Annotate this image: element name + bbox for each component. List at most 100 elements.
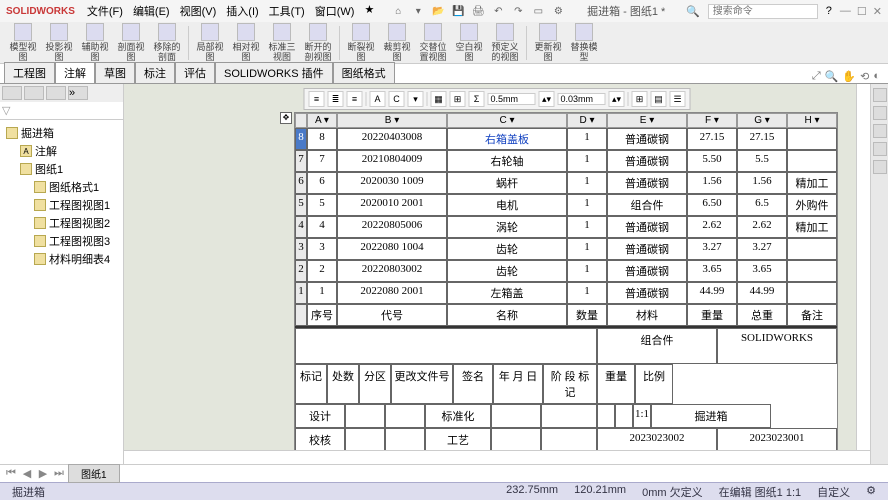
ribbon-14[interactable]: 更新视图: [531, 23, 565, 62]
col-header-B[interactable]: B ▾: [337, 113, 447, 128]
cell[interactable]: 齿轮: [447, 238, 567, 260]
cell[interactable]: 4: [307, 216, 337, 238]
display-icon[interactable]: ◐: [873, 70, 880, 83]
table-row[interactable]: 2220220803002齿轮1普通碳钢3.653.65: [295, 260, 837, 282]
stepper-icon[interactable]: ▴▾: [539, 91, 555, 107]
ribbon-11[interactable]: 交替位置视图: [416, 23, 450, 62]
cell[interactable]: [787, 238, 837, 260]
stepper2-icon[interactable]: ▴▾: [609, 91, 625, 107]
tab-evaluate[interactable]: 评估: [175, 62, 215, 83]
menu-insert[interactable]: 插入(I): [222, 1, 262, 21]
table-move-handle[interactable]: ✥: [280, 112, 292, 124]
cell[interactable]: 普通碳钢: [607, 282, 687, 304]
table-row[interactable]: 662020030 1009蜗杆1普通碳钢1.561.56精加工: [295, 172, 837, 194]
tab-sheetformat[interactable]: 图纸格式: [333, 62, 395, 83]
cell[interactable]: 普通碳钢: [607, 216, 687, 238]
zoom-fit-icon[interactable]: ⤢: [812, 70, 821, 83]
tab-sketch[interactable]: 草图: [95, 62, 135, 83]
cell[interactable]: 外购件: [787, 194, 837, 216]
cell[interactable]: 普通碳钢: [607, 150, 687, 172]
cell[interactable]: 2.62: [737, 216, 787, 238]
gear-icon[interactable]: ⚙: [550, 3, 566, 19]
tree-child-2[interactable]: 工程图视图2: [2, 214, 121, 232]
tree-child-3[interactable]: 工程图视图3: [2, 232, 121, 250]
cell[interactable]: 3: [295, 238, 307, 260]
cell[interactable]: 2022080 1004: [337, 238, 447, 260]
sheet-prev-icon[interactable]: ◀: [20, 467, 34, 480]
col-header-D[interactable]: D ▾: [567, 113, 607, 128]
ribbon-9[interactable]: 断裂视图: [344, 23, 378, 62]
table-row[interactable]: 7720210804009右轮轴1普通碳钢5.505.5: [295, 150, 837, 172]
filter-icon[interactable]: ▽: [0, 102, 123, 120]
cell[interactable]: 3.27: [687, 238, 737, 260]
col-header-A[interactable]: A ▾: [307, 113, 337, 128]
cell[interactable]: [787, 282, 837, 304]
thickness-input-1[interactable]: [488, 93, 536, 105]
sheet-last-icon[interactable]: ⏭: [52, 467, 66, 480]
cell[interactable]: 右轮轴: [447, 150, 567, 172]
cell[interactable]: 20210804009: [337, 150, 447, 172]
zoom-area-icon[interactable]: 🔍: [825, 70, 839, 83]
cell[interactable]: 1: [295, 282, 307, 304]
bold-icon[interactable]: A: [370, 91, 386, 107]
menu-file[interactable]: 文件(F): [83, 1, 127, 21]
cell[interactable]: 普通碳钢: [607, 238, 687, 260]
align-left-icon[interactable]: ≡: [309, 91, 325, 107]
menu-edit[interactable]: 编辑(E): [129, 1, 174, 21]
menu-tools[interactable]: 工具(T): [265, 1, 309, 21]
cell[interactable]: 1: [567, 172, 607, 194]
cell[interactable]: 2: [307, 260, 337, 282]
cell[interactable]: 普通碳钢: [607, 260, 687, 282]
col-header-[interactable]: [295, 113, 307, 128]
ribbon-8[interactable]: 断开的剖视图: [301, 23, 335, 62]
close-icon[interactable]: ✕: [873, 5, 882, 18]
cell[interactable]: 1: [567, 260, 607, 282]
taskpane-appear-icon[interactable]: [873, 142, 887, 156]
tree-sheet[interactable]: 图纸1: [2, 160, 121, 178]
cell[interactable]: 8: [295, 128, 307, 150]
row-header[interactable]: [295, 304, 307, 326]
cell[interactable]: 3.65: [687, 260, 737, 282]
cell[interactable]: 1: [307, 282, 337, 304]
cell[interactable]: 1: [567, 216, 607, 238]
cell[interactable]: [787, 150, 837, 172]
cell[interactable]: 组合件: [607, 194, 687, 216]
sheet-tab-1[interactable]: 图纸1: [68, 464, 120, 483]
ribbon-0[interactable]: 模型视图: [6, 23, 40, 62]
panel-tab-tree-icon[interactable]: [2, 86, 22, 100]
align-center-icon[interactable]: ≣: [328, 91, 344, 107]
font-icon[interactable]: C: [389, 91, 405, 107]
col-header-G[interactable]: G ▾: [737, 113, 787, 128]
cell[interactable]: 7: [307, 150, 337, 172]
panel-tab-config-icon[interactable]: [46, 86, 66, 100]
cell[interactable]: 6.50: [687, 194, 737, 216]
ribbon-6[interactable]: 相对视图: [229, 23, 263, 62]
table-opts-icon[interactable]: ☰: [670, 91, 686, 107]
tree-child-1[interactable]: 工程图视图1: [2, 196, 121, 214]
redo-icon[interactable]: ↷: [510, 3, 526, 19]
taskpane-prop-icon[interactable]: [873, 160, 887, 174]
cell[interactable]: 1: [567, 194, 607, 216]
cell[interactable]: 2020030 1009: [337, 172, 447, 194]
rotate-icon[interactable]: ⟲: [860, 70, 869, 83]
tab-dimension[interactable]: 标注: [135, 62, 175, 83]
cell[interactable]: 5.50: [687, 150, 737, 172]
cell[interactable]: 1.56: [737, 172, 787, 194]
panel-tab-more-icon[interactable]: »: [68, 86, 88, 100]
tab-addins[interactable]: SOLIDWORKS 插件: [215, 62, 333, 83]
print-icon[interactable]: 🖨: [470, 3, 486, 19]
cell[interactable]: 1: [567, 128, 607, 150]
cell[interactable]: 3: [307, 238, 337, 260]
select-icon[interactable]: ▭: [530, 3, 546, 19]
cell[interactable]: 精加工: [787, 172, 837, 194]
save-icon[interactable]: 💾: [450, 3, 466, 19]
cell[interactable]: 5.5: [737, 150, 787, 172]
status-gear-icon[interactable]: ⚙: [862, 484, 880, 500]
help-icon[interactable]: ?: [826, 5, 832, 17]
cell[interactable]: 6: [307, 172, 337, 194]
cell[interactable]: 27.15: [687, 128, 737, 150]
panel-tab-prop-icon[interactable]: [24, 86, 44, 100]
cell[interactable]: 20220403008: [337, 128, 447, 150]
thickness-input-2[interactable]: [558, 93, 606, 105]
ribbon-3[interactable]: 剖面视图: [114, 23, 148, 62]
